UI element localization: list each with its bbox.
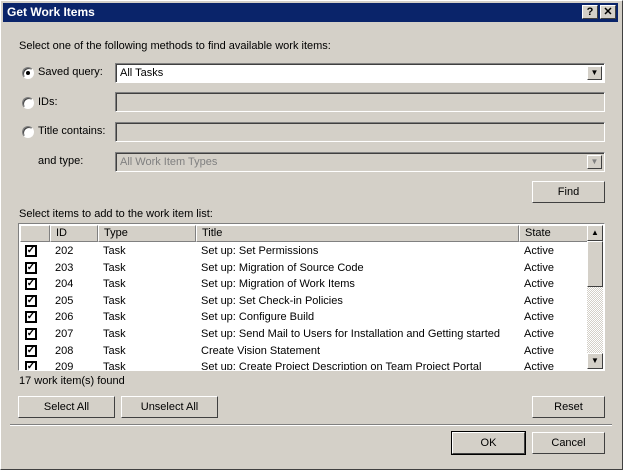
column-header-state[interactable]: State [519, 225, 588, 242]
table-row[interactable]: ✓ 205 Task Set up: Set Check-in Policies… [20, 293, 587, 310]
cell-id: 205 [55, 294, 74, 307]
saved-query-value: All Tasks [120, 67, 164, 79]
chevron-down-icon[interactable]: ▼ [587, 155, 602, 169]
scroll-up-icon[interactable]: ▲ [587, 225, 603, 241]
row-checkbox[interactable]: ✓ [25, 328, 37, 340]
scroll-thumb[interactable] [587, 241, 603, 287]
saved-query-dropdown[interactable]: All Tasks ▼ [115, 63, 605, 83]
cell-id: 204 [55, 278, 74, 291]
table-row[interactable]: ✓ 204 Task Set up: Migration of Work Ite… [20, 276, 587, 293]
table-row[interactable]: ✓ 206 Task Set up: Configure Build Activ… [20, 309, 587, 326]
row-checkbox[interactable]: ✓ [25, 311, 37, 324]
instructions-label: Select one of the following methods to f… [19, 40, 331, 52]
type-value: All Work Item Types [120, 156, 218, 168]
table-row[interactable]: ✓ 209 Task Set up: Create Project Descri… [20, 359, 587, 371]
saved-query-radio[interactable] [22, 67, 34, 79]
title-contains-input[interactable] [115, 122, 605, 142]
row-checkbox[interactable]: ✓ [25, 261, 37, 274]
cell-title: Set up: Set Permissions [201, 245, 319, 257]
cell-id: 206 [55, 311, 74, 324]
close-button[interactable]: ✕ [600, 5, 616, 19]
cell-state: Active [524, 278, 554, 291]
table-row[interactable]: ✓ 207 Task Set up: Send Mail to Users fo… [20, 326, 587, 343]
ids-label: IDs: [38, 96, 58, 108]
cell-id: 209 [55, 361, 74, 371]
scrollbar[interactable]: ▲ ▼ [587, 225, 603, 369]
cell-title: Set up: Migration of Work Items [201, 278, 355, 291]
cell-type: Task [103, 344, 126, 357]
cell-type: Task [103, 361, 126, 371]
cell-id: 203 [55, 261, 74, 274]
cell-title: Create Vision Statement [201, 344, 321, 357]
cell-state: Active [524, 361, 554, 371]
chevron-down-icon[interactable]: ▼ [587, 66, 602, 80]
row-checkbox[interactable]: ✓ [25, 344, 37, 357]
ids-input[interactable] [115, 92, 605, 112]
select-all-button[interactable]: Select All [18, 396, 115, 418]
cell-type: Task [103, 261, 126, 274]
title-contains-radio[interactable] [22, 126, 34, 138]
cancel-button[interactable]: Cancel [532, 432, 605, 454]
row-checkbox[interactable]: ✓ [25, 245, 37, 257]
cell-id: 208 [55, 344, 74, 357]
cell-type: Task [103, 245, 126, 257]
type-dropdown[interactable]: All Work Item Types ▼ [115, 152, 605, 172]
column-header-type[interactable]: Type [98, 225, 196, 242]
window-title: Get Work Items [7, 5, 95, 19]
cell-state: Active [524, 261, 554, 274]
table-row[interactable]: ✓ 202 Task Set up: Set Permissions Activ… [20, 243, 587, 260]
saved-query-label: Saved query: [38, 66, 103, 78]
unselect-all-button[interactable]: Unselect All [121, 396, 218, 418]
list-label: Select items to add to the work item lis… [19, 208, 213, 220]
work-items-list[interactable]: ID Type Title State ✓ 202 Task Set up: S… [18, 223, 605, 371]
cell-state: Active [524, 328, 554, 340]
cell-title: Set up: Create Project Description on Te… [201, 361, 482, 371]
cell-title: Set up: Send Mail to Users for Installat… [201, 328, 500, 340]
type-label: and type: [38, 155, 84, 167]
ok-button[interactable]: OK [451, 431, 526, 455]
scroll-down-icon[interactable]: ▼ [587, 353, 603, 369]
cell-type: Task [103, 328, 126, 340]
cell-type: Task [103, 311, 126, 324]
cell-id: 202 [55, 245, 74, 257]
ids-radio[interactable] [22, 97, 34, 109]
table-row[interactable]: ✓ 208 Task Create Vision Statement Activ… [20, 343, 587, 360]
separator [10, 424, 612, 426]
table-row[interactable]: ✓ 203 Task Set up: Migration of Source C… [20, 260, 587, 277]
reset-button[interactable]: Reset [532, 396, 605, 418]
row-checkbox[interactable]: ✓ [25, 294, 37, 307]
cell-state: Active [524, 294, 554, 307]
row-checkbox[interactable]: ✓ [25, 278, 37, 291]
cell-title: Set up: Configure Build [201, 311, 315, 324]
title-bar: Get Work Items [3, 3, 618, 22]
cell-state: Active [524, 344, 554, 357]
cell-title: Set up: Migration of Source Code [201, 261, 364, 274]
found-count: 17 work item(s) found [19, 375, 125, 387]
find-button[interactable]: Find [532, 181, 605, 203]
column-header-check[interactable] [20, 225, 50, 242]
column-header-title[interactable]: Title [196, 225, 519, 242]
help-button[interactable]: ? [582, 5, 598, 19]
cell-type: Task [103, 294, 126, 307]
cell-id: 207 [55, 328, 74, 340]
title-contains-label: Title contains: [38, 125, 106, 137]
column-header-id[interactable]: ID [50, 225, 98, 242]
row-checkbox[interactable]: ✓ [25, 361, 37, 370]
cell-title: Set up: Set Check-in Policies [201, 294, 343, 307]
cell-type: Task [103, 278, 126, 291]
cell-state: Active [524, 245, 554, 257]
cell-state: Active [524, 311, 554, 324]
